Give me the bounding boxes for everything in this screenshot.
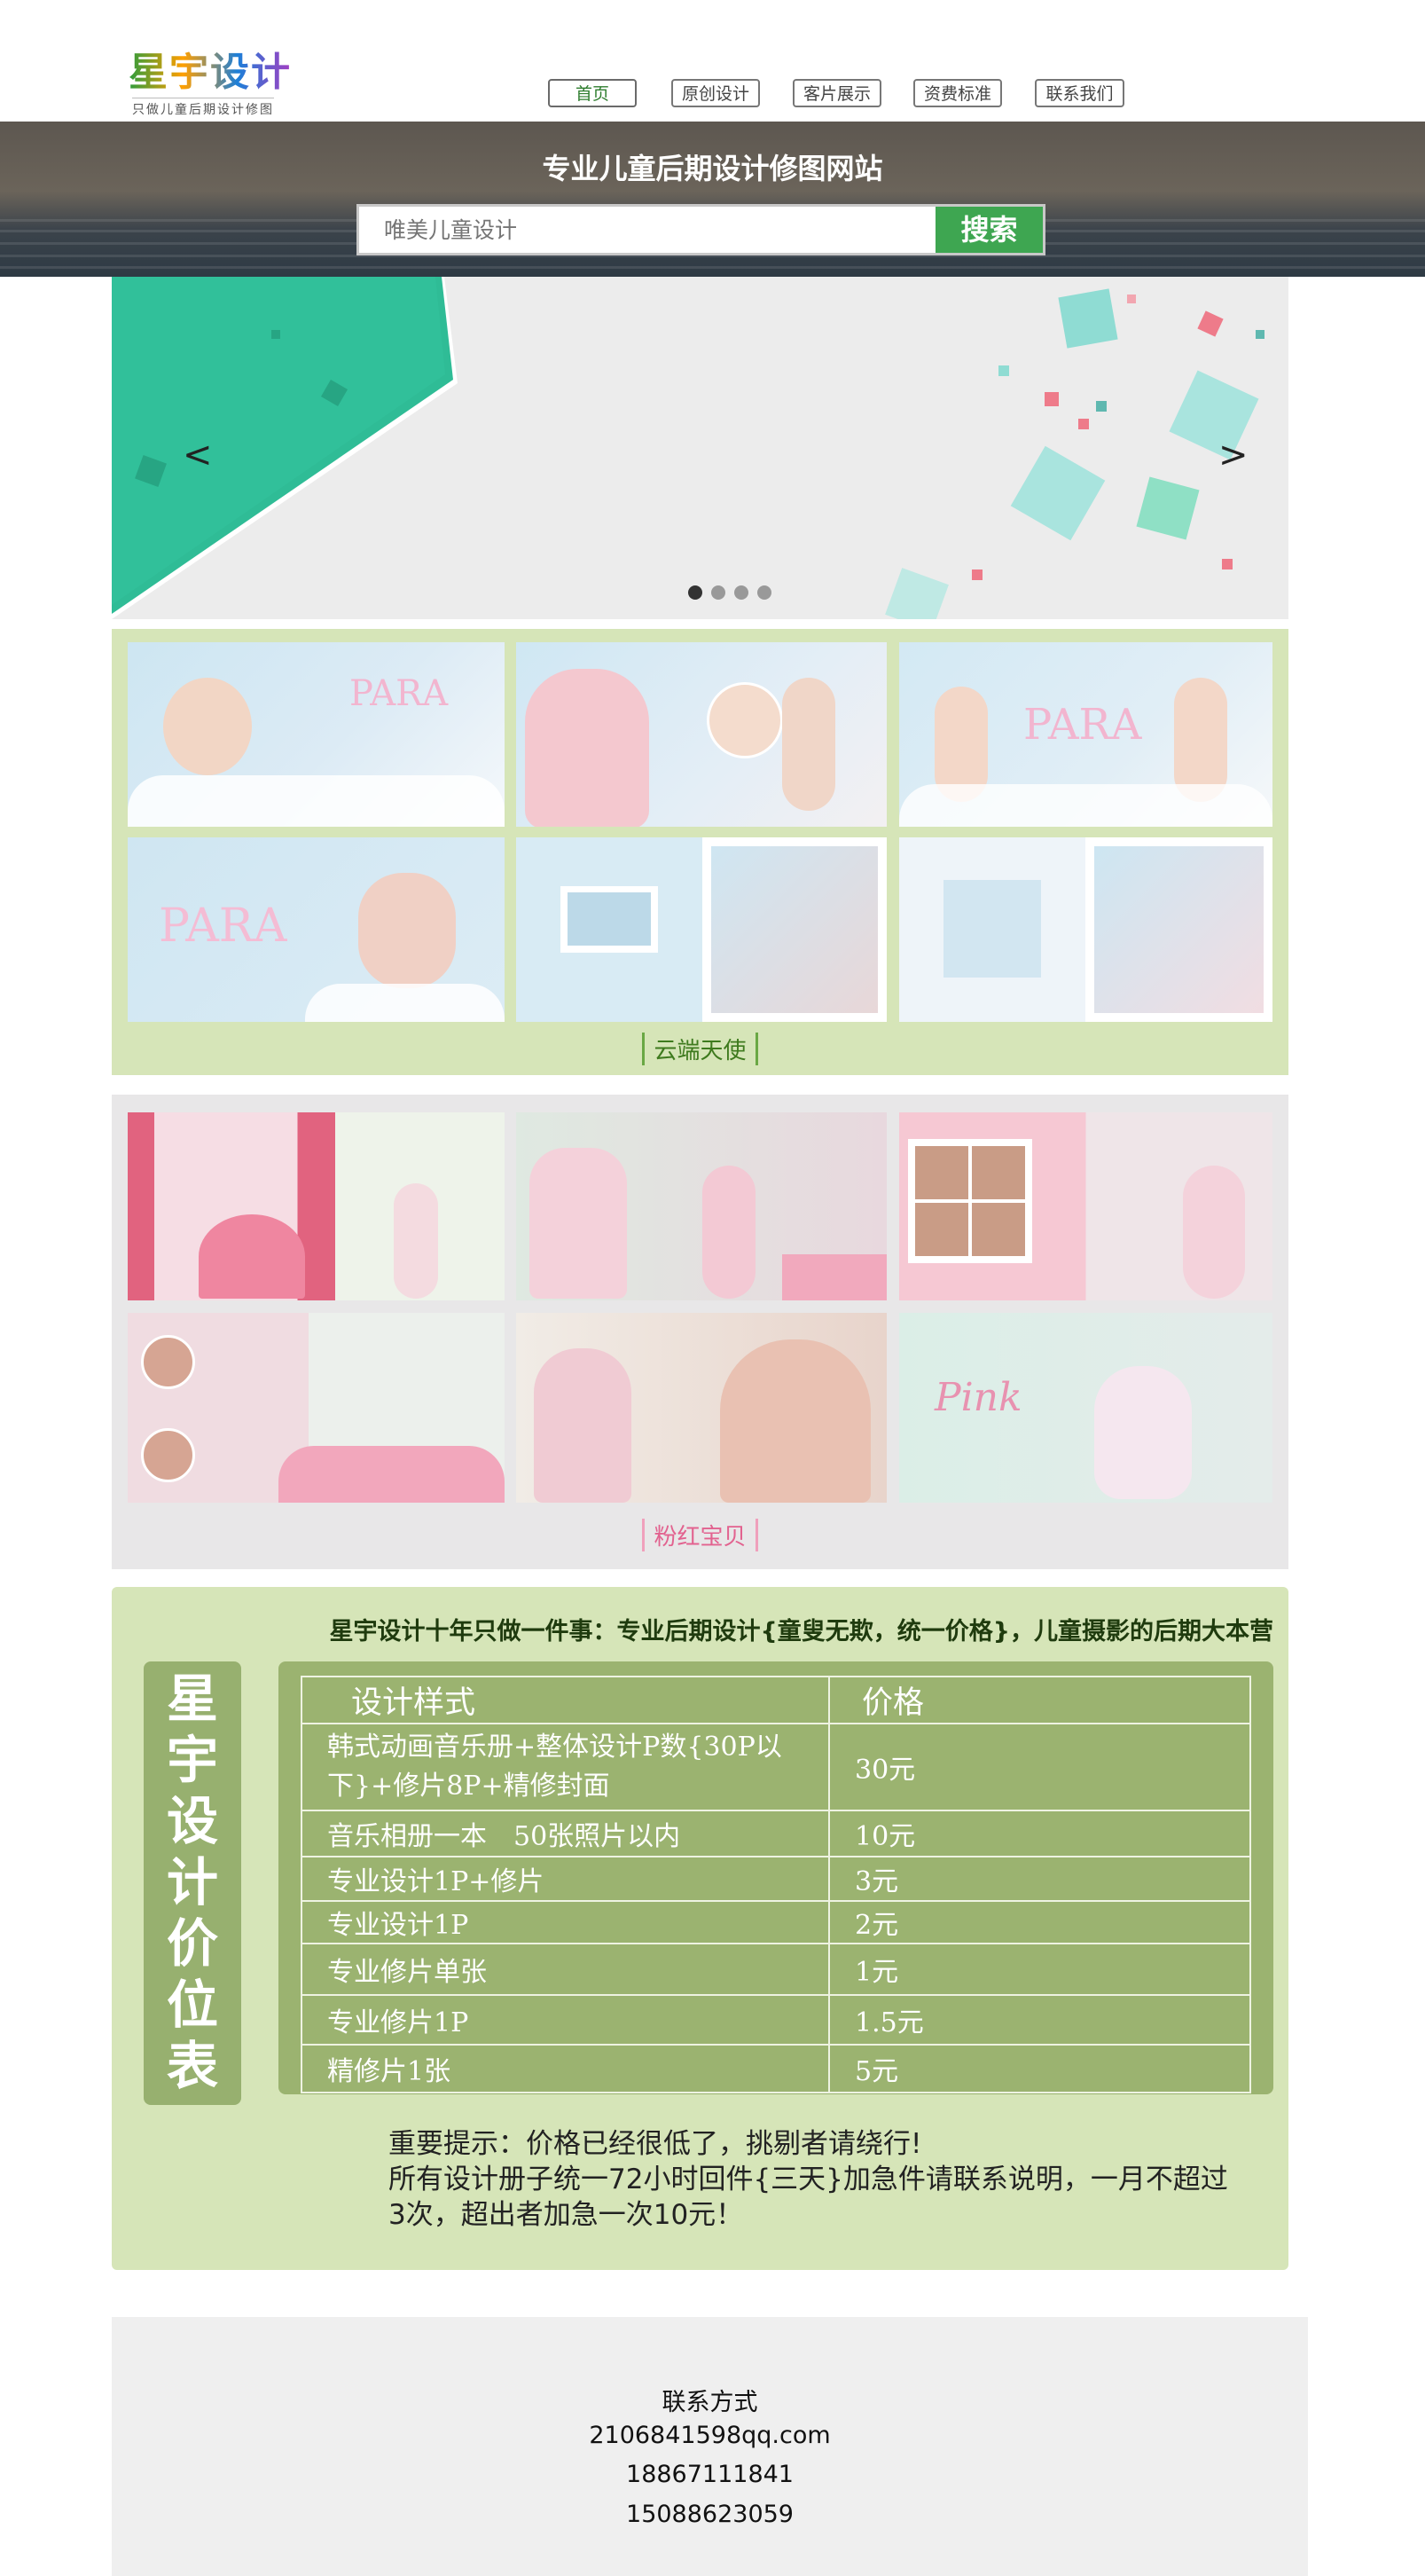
price-table: 设计样式 价格 韩式动画音乐册+整体设计P数{30P以下}+修片8P+精修封面 … <box>301 1676 1251 2093</box>
nav-client-showcase[interactable]: 客片展示 <box>793 79 881 107</box>
notice-line: 所有设计册子统一72小时回件{三天}加急件请联系说明，一月不超过3次，超出者加急… <box>388 2164 1228 2231</box>
notice-line: 重要提示：价格已经很低了，挑剔者请绕行! <box>388 2128 922 2160</box>
style-cell: 专业设计1P <box>301 1900 830 1944</box>
slider-dot[interactable] <box>734 585 748 600</box>
style-cell: 音乐相册一本 50张照片以内 <box>301 1810 830 1857</box>
nav-contact[interactable]: 联系我们 <box>1035 79 1124 107</box>
search-button[interactable]: 搜索 <box>936 207 1043 253</box>
gallery-title: 粉红宝贝 <box>112 1519 1288 1551</box>
gallery-thumbnail[interactable] <box>516 642 887 827</box>
column-header-price: 价格 <box>828 1676 1251 1724</box>
gallery-thumbnail[interactable] <box>899 837 1272 1022</box>
gallery-thumbnail[interactable] <box>128 1313 505 1503</box>
slider-dot[interactable] <box>711 585 725 600</box>
table-row: 韩式动画音乐册+整体设计P数{30P以下}+修片8P+精修封面 30元 <box>301 1723 1251 1811</box>
footer-contact: 联系方式 2106841598qq.com 18867111841 150886… <box>112 2317 1308 2576</box>
hero-slider: < > <box>112 277 1288 619</box>
nav-home[interactable]: 首页 <box>548 79 637 107</box>
site-title: 专业儿童后期设计修图网站 <box>542 152 883 185</box>
column-header-style: 设计样式 <box>301 1676 830 1724</box>
contact-phone: 15088623059 <box>626 2501 794 2528</box>
gallery-thumbnail[interactable] <box>516 1313 887 1503</box>
price-cell: 30元 <box>828 1723 1251 1811</box>
price-list-title-box: 星宇设计价位表 <box>144 1661 241 2105</box>
price-cell: 1元 <box>828 1943 1251 1996</box>
site-logo[interactable]: 星宇设计 只做儿童后期设计修图 <box>129 48 306 117</box>
gallery-thumbnail[interactable]: PARA <box>128 837 505 1022</box>
banner-strip: 专业儿童后期设计修图网站 搜索 <box>0 122 1425 277</box>
price-cell: 1.5元 <box>828 1994 1251 2046</box>
gallery-pink-baby: Pink 粉红宝贝 <box>112 1095 1288 1569</box>
gallery-thumbnail[interactable]: Pink <box>899 1313 1272 1503</box>
pricing-section: 星宇设计十年只做一件事：专业后期设计{童叟无欺，统一价格}，儿童摄影的后期大本营… <box>112 1587 1288 2270</box>
table-header-row: 设计样式 价格 <box>301 1676 1251 1724</box>
gallery-thumbnail[interactable] <box>516 1112 887 1300</box>
price-table-box: 设计样式 价格 韩式动画音乐册+整体设计P数{30P以下}+修片8P+精修封面 … <box>278 1661 1273 2094</box>
table-row: 音乐相册一本 50张照片以内 10元 <box>301 1810 1251 1857</box>
slider-next-arrow[interactable]: > <box>1218 435 1249 475</box>
table-row: 专业设计1P 2元 <box>301 1900 1251 1944</box>
slider-artwork <box>112 277 1264 619</box>
gallery-title: 云端天使 <box>112 1033 1288 1065</box>
style-cell: 韩式动画音乐册+整体设计P数{30P以下}+修片8P+精修封面 <box>301 1723 830 1811</box>
style-cell: 精修片1张 <box>301 2044 830 2093</box>
table-row: 专业修片单张 1元 <box>301 1943 1251 1996</box>
contact-email: 2106841598qq.com <box>589 2422 831 2449</box>
logo-subtitle: 只做儿童后期设计修图 <box>132 98 274 118</box>
slider-dot[interactable] <box>688 585 702 600</box>
style-cell: 专业修片单张 <box>301 1943 830 1996</box>
price-cell: 5元 <box>828 2044 1251 2093</box>
search-input[interactable] <box>359 207 936 253</box>
price-cell: 10元 <box>828 1810 1251 1857</box>
search-bar: 搜索 <box>356 204 1045 255</box>
logo-text: 星宇设计 <box>129 48 292 98</box>
price-cell: 2元 <box>828 1900 1251 1944</box>
table-row: 专业设计1P+修片 3元 <box>301 1856 1251 1902</box>
price-list-title-text: 星宇设计价位表 <box>166 1669 218 2096</box>
gallery-thumbnail[interactable] <box>516 837 887 1022</box>
gallery-thumbnail[interactable] <box>899 1112 1272 1300</box>
style-cell: 专业设计1P+修片 <box>301 1856 830 1902</box>
price-cell: 3元 <box>828 1856 1251 1902</box>
slider-prev-arrow[interactable]: < <box>183 435 213 475</box>
gallery-thumbnail[interactable]: PARA <box>128 642 505 827</box>
pricing-tagline: 星宇设计十年只做一件事：专业后期设计{童叟无欺，统一价格}，儿童摄影的后期大本营 <box>329 1618 1273 1645</box>
table-row: 精修片1张 5元 <box>301 2044 1251 2093</box>
nav-pricing[interactable]: 资费标准 <box>913 79 1002 107</box>
nav-original-design[interactable]: 原创设计 <box>671 79 760 107</box>
style-cell: 专业修片1P <box>301 1994 830 2046</box>
contact-phone: 18867111841 <box>626 2461 794 2488</box>
slider-dot[interactable] <box>757 585 771 600</box>
contact-heading: 联系方式 <box>662 2389 758 2416</box>
table-row: 专业修片1P 1.5元 <box>301 1994 1251 2046</box>
gallery-thumbnail[interactable]: PARA <box>899 642 1272 827</box>
important-notice: 重要提示：价格已经很低了，挑剔者请绕行! 所有设计册子统一72小时回件{三天}加… <box>388 2126 1240 2233</box>
price-list-title: 星宇设计价位表 <box>144 1669 241 2097</box>
gallery-thumbnail[interactable] <box>128 1112 505 1300</box>
gallery-cloud-angel: PARA PARA PARA 云端天使 <box>112 629 1288 1075</box>
